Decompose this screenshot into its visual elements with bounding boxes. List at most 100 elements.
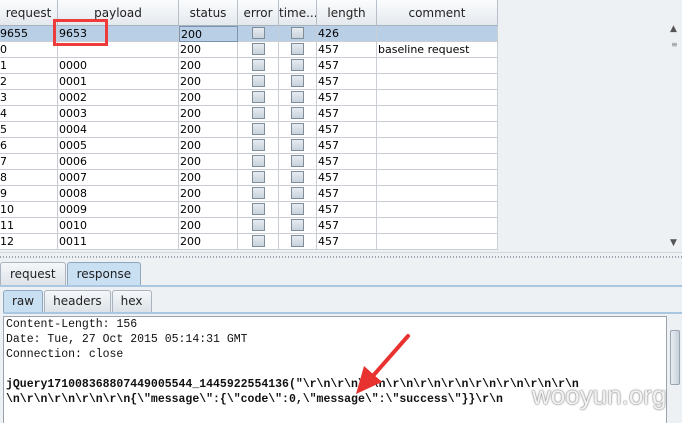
payload-cell: 0003 bbox=[58, 106, 179, 122]
table-row[interactable]: 6 0005 200 457 bbox=[0, 138, 498, 154]
table-empty-area bbox=[498, 0, 668, 252]
scroll-down-icon[interactable]: ▼ bbox=[670, 238, 677, 248]
checkbox[interactable] bbox=[291, 187, 304, 199]
checkbox[interactable] bbox=[291, 27, 304, 39]
payload-cell: 0007 bbox=[58, 170, 179, 186]
checkbox[interactable] bbox=[291, 203, 304, 215]
table-row[interactable]: 4 0003 200 457 bbox=[0, 106, 498, 122]
timeout-checkbox bbox=[279, 202, 317, 218]
checkbox[interactable] bbox=[291, 123, 304, 135]
table-row[interactable]: 10 0009 200 457 bbox=[0, 202, 498, 218]
pane-splitter[interactable] bbox=[0, 252, 682, 262]
checkbox[interactable] bbox=[291, 235, 304, 247]
length-cell: 457 bbox=[317, 138, 377, 154]
checkbox[interactable] bbox=[291, 91, 304, 103]
response-scroll-thumb[interactable] bbox=[670, 330, 680, 385]
checkbox[interactable] bbox=[251, 107, 265, 119]
checkbox[interactable] bbox=[291, 75, 304, 87]
request-cell: 4 bbox=[0, 106, 58, 122]
error-checkbox bbox=[238, 202, 279, 218]
length-cell: 457 bbox=[317, 170, 377, 186]
length-cell: 457 bbox=[317, 42, 377, 58]
scroll-up-icon[interactable]: ▲ bbox=[670, 24, 677, 34]
table-row[interactable]: 9 0008 200 457 bbox=[0, 186, 498, 202]
payload-cell: 0000 bbox=[58, 58, 179, 74]
request-cell: 9655 bbox=[0, 26, 58, 42]
error-checkbox bbox=[238, 234, 279, 250]
checkbox[interactable] bbox=[251, 203, 265, 215]
status-cell: 200 bbox=[179, 74, 238, 90]
checkbox[interactable] bbox=[251, 219, 265, 231]
tab-request[interactable]: request bbox=[0, 262, 66, 285]
tab-raw[interactable]: raw bbox=[3, 290, 44, 312]
table-row[interactable]: 9655 9653 200 426 bbox=[0, 26, 498, 42]
request-cell: 1 bbox=[0, 58, 58, 74]
status-cell: 200 bbox=[179, 202, 238, 218]
checkbox[interactable] bbox=[291, 155, 304, 167]
checkbox[interactable] bbox=[251, 155, 265, 167]
checkbox[interactable] bbox=[291, 59, 304, 71]
request-cell: 5 bbox=[0, 122, 58, 138]
table-row[interactable]: 7 0006 200 457 bbox=[0, 154, 498, 170]
response-scrollbar[interactable] bbox=[668, 316, 682, 423]
length-cell: 457 bbox=[317, 58, 377, 74]
timeout-checkbox bbox=[279, 122, 317, 138]
column-header-payload[interactable]: payload bbox=[58, 0, 179, 26]
tab-headers[interactable]: headers bbox=[44, 290, 111, 312]
checkbox[interactable] bbox=[251, 139, 265, 151]
checkbox[interactable] bbox=[251, 171, 265, 183]
table-row[interactable]: 12 0011 200 457 bbox=[0, 234, 498, 250]
comment-cell bbox=[377, 202, 498, 218]
checkbox[interactable] bbox=[291, 139, 304, 151]
comment-cell bbox=[377, 26, 498, 42]
request-cell: 0 bbox=[0, 42, 58, 58]
table-row[interactable]: 5 0004 200 457 bbox=[0, 122, 498, 138]
scroll-grip-icon[interactable]: ≡ bbox=[671, 40, 678, 49]
table-scrollbar[interactable]: ▲ ≡ ▼ bbox=[668, 0, 682, 252]
timeout-checkbox bbox=[279, 218, 317, 234]
tab-hex[interactable]: hex bbox=[111, 290, 152, 312]
checkbox[interactable] bbox=[251, 59, 265, 71]
checkbox[interactable] bbox=[251, 43, 265, 55]
checkbox[interactable] bbox=[291, 219, 304, 231]
checkbox[interactable] bbox=[251, 27, 265, 39]
payload-cell: 0008 bbox=[58, 186, 179, 202]
request-cell: 12 bbox=[0, 234, 58, 250]
table-row[interactable]: 2 0001 200 457 bbox=[0, 74, 498, 90]
table-row[interactable]: 1 0000 200 457 bbox=[0, 58, 498, 74]
comment-cell bbox=[377, 186, 498, 202]
table-row[interactable]: 0 200 457 baseline request bbox=[0, 42, 498, 58]
comment-cell: baseline request bbox=[377, 42, 498, 58]
length-cell: 457 bbox=[317, 122, 377, 138]
column-header-comment[interactable]: comment bbox=[377, 0, 498, 26]
checkbox[interactable] bbox=[251, 235, 265, 247]
payload-cell: 0001 bbox=[58, 74, 179, 90]
checkbox[interactable] bbox=[291, 107, 304, 119]
request-cell: 11 bbox=[0, 218, 58, 234]
checkbox[interactable] bbox=[291, 43, 304, 55]
checkbox[interactable] bbox=[291, 171, 304, 183]
status-cell: 200 bbox=[179, 154, 238, 170]
timeout-checkbox bbox=[279, 138, 317, 154]
table-row[interactable]: 3 0002 200 457 bbox=[0, 90, 498, 106]
splitter-grip[interactable] bbox=[0, 256, 682, 258]
payload-cell: 0006 bbox=[58, 154, 179, 170]
checkbox[interactable] bbox=[251, 187, 265, 199]
subtabs-divider bbox=[3, 312, 682, 314]
results-table[interactable]: request payload status error time... len… bbox=[0, 0, 498, 250]
error-checkbox bbox=[238, 90, 279, 106]
view-mode-tabs: raw headers hex bbox=[3, 290, 153, 313]
column-header-error[interactable]: error bbox=[238, 0, 279, 26]
column-header-request[interactable]: request bbox=[0, 0, 58, 26]
column-header-length[interactable]: length bbox=[317, 0, 377, 26]
table-row[interactable]: 8 0007 200 457 bbox=[0, 170, 498, 186]
length-cell: 457 bbox=[317, 234, 377, 250]
checkbox[interactable] bbox=[251, 123, 265, 135]
response-body-line: \n\r\n\r\n\r\n\r\n{\"message\":{\"code\"… bbox=[6, 393, 503, 406]
checkbox[interactable] bbox=[251, 75, 265, 87]
column-header-status[interactable]: status bbox=[179, 0, 238, 26]
checkbox[interactable] bbox=[251, 91, 265, 103]
table-row[interactable]: 11 0010 200 457 bbox=[0, 218, 498, 234]
tab-response[interactable]: response bbox=[66, 262, 142, 285]
column-header-timeout[interactable]: time... bbox=[279, 0, 317, 26]
